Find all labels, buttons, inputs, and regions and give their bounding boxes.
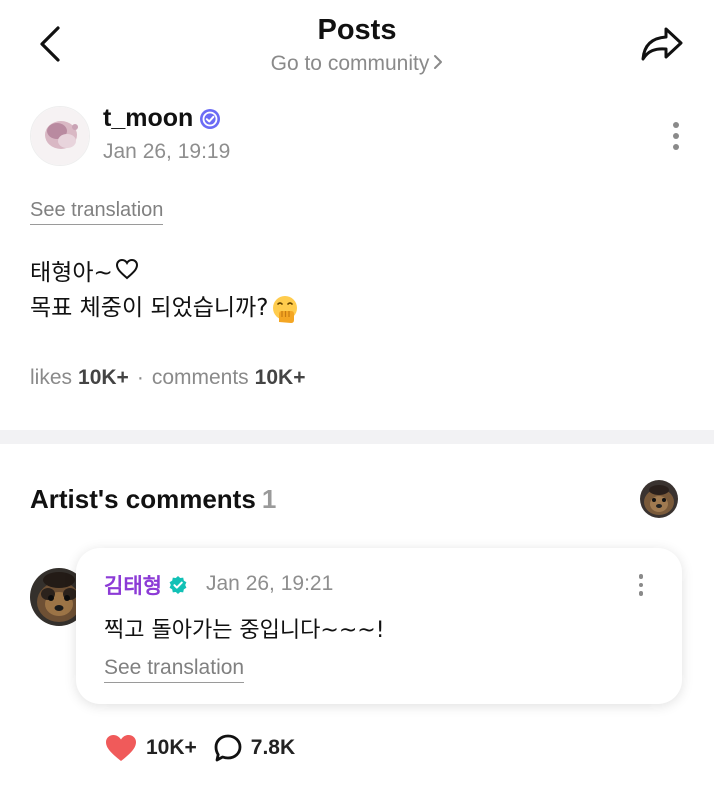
- reply-count: 7.8K: [250, 736, 296, 759]
- likes-label: likes: [30, 366, 73, 389]
- header: Posts Go to community: [0, 0, 714, 92]
- likes-count: 10K+: [78, 366, 129, 389]
- page-title: Posts: [317, 14, 397, 46]
- go-to-community-link[interactable]: Go to community: [0, 52, 714, 76]
- artist-comments-title: Artist's comments: [30, 484, 256, 514]
- section-divider: [0, 430, 714, 444]
- comments-label[interactable]: comments: [152, 366, 249, 390]
- post-date: Jan 26, 19:19: [103, 140, 231, 163]
- comment-author-name[interactable]: 김태형: [104, 570, 188, 600]
- comment-date: Jan 26, 19:21: [206, 572, 334, 595]
- artist-avatar-small[interactable]: [640, 480, 678, 518]
- like-count: 10K+: [146, 736, 197, 759]
- post-stats: likes 10K+ · comments 10K+: [30, 366, 305, 390]
- hand-over-mouth-emoji-icon: [270, 294, 300, 324]
- author-name[interactable]: t_moon: [103, 104, 221, 133]
- heart-outline-icon: [115, 256, 139, 291]
- post-line-1-text: 태형아~: [30, 260, 113, 286]
- author-name-label: t_moon: [103, 104, 194, 132]
- comment-more-button[interactable]: [631, 570, 651, 600]
- artist-comments-heading: Artist's comments 1: [30, 484, 276, 515]
- post-line-1: 태형아~: [30, 256, 300, 291]
- chevron-right-icon: [433, 52, 443, 76]
- share-button[interactable]: [638, 22, 686, 66]
- post-line-2-text: 목표 체중이 되었습니까?: [30, 295, 269, 321]
- post-line-2: 목표 체중이 되었습니까?: [30, 291, 300, 326]
- community-link-label: Go to community: [270, 52, 430, 75]
- post-body: 태형아~ 목표 체중이 되었습니까?: [30, 256, 300, 326]
- artist-comments-count: 1: [261, 484, 277, 514]
- more-vertical-icon: [638, 574, 644, 579]
- like-button[interactable]: 10K+: [104, 733, 197, 763]
- comments-count[interactable]: 10K+: [255, 366, 306, 390]
- comment-actions: 10K+ 7.8K: [104, 730, 295, 766]
- post-more-button[interactable]: [662, 116, 690, 156]
- see-translation-link[interactable]: See translation: [30, 199, 164, 225]
- reply-button[interactable]: 7.8K: [213, 733, 295, 763]
- speech-bubble-icon: [214, 734, 242, 762]
- comment-author-label: 김태형: [104, 574, 162, 598]
- author-avatar[interactable]: [30, 106, 90, 166]
- comment-text: 찍고 돌아가는 중입니다~~~!: [104, 618, 385, 643]
- heart-icon: [106, 735, 136, 761]
- share-arrow-icon: [641, 27, 683, 61]
- more-vertical-icon: [673, 122, 679, 128]
- verified-badge-icon: [168, 575, 188, 595]
- verified-badge-icon: [199, 108, 221, 130]
- artist-comment-card: 김태형 Jan 26, 19:21 찍고 돌아가는 중입니다~~~! See t…: [76, 548, 682, 704]
- comment-see-translation-link[interactable]: See translation: [104, 656, 245, 683]
- stats-separator: ·: [136, 366, 144, 389]
